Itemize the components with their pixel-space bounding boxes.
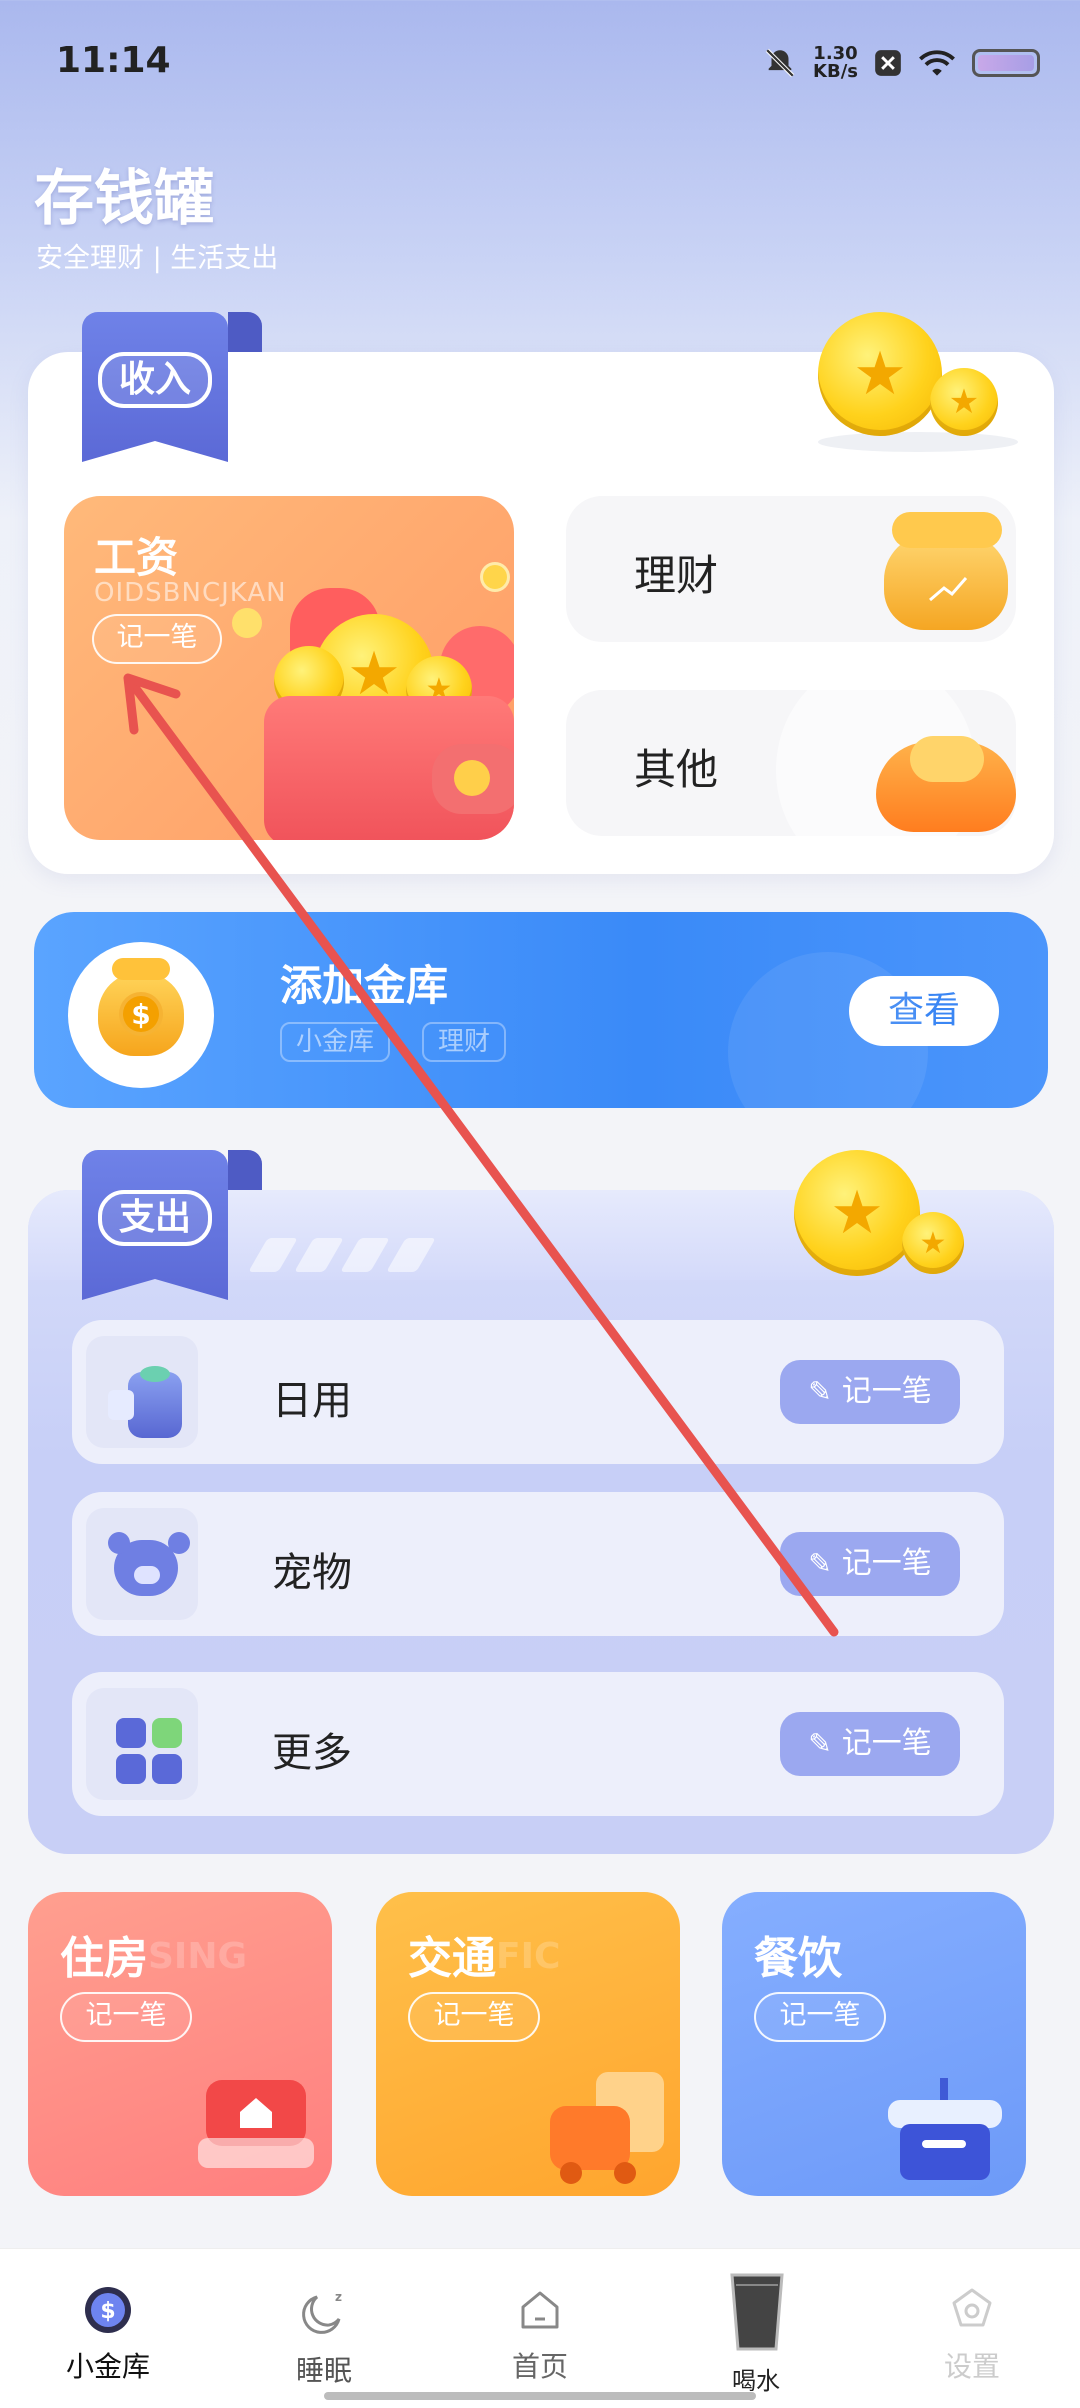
- dollar-coin-icon: $: [85, 2287, 131, 2333]
- wifi-icon: [919, 50, 955, 76]
- small-coin-icon: [480, 562, 510, 592]
- page-subtitle: 安全理财 | 生活支出: [36, 243, 279, 274]
- truck-icon: [544, 2072, 664, 2184]
- status-time: 11:14: [56, 40, 171, 81]
- house-icon: [198, 2080, 314, 2170]
- mute-bell-icon: [765, 48, 795, 78]
- view-button[interactable]: 查看: [849, 976, 999, 1046]
- category-record-button[interactable]: 记一笔: [754, 1992, 886, 2042]
- moon-icon: z: [302, 2290, 342, 2334]
- pencil-icon: ✎: [808, 1375, 832, 1408]
- home-indicator: [324, 2392, 756, 2400]
- dot-coin-icon: [232, 608, 262, 638]
- expense-row-daily[interactable]: 日用 ✎ 记一笔: [72, 1320, 1004, 1464]
- record-button-label: 记一笔: [841, 1546, 932, 1581]
- salary-record-button[interactable]: 记一笔: [92, 614, 222, 664]
- vault-banner[interactable]: $ 添加金库 小金库 理财 查看: [34, 912, 1048, 1108]
- expense-row-label: 日用: [272, 1378, 352, 1424]
- expense-row-pet[interactable]: 宠物 ✎ 记一笔: [72, 1492, 1004, 1636]
- record-button[interactable]: ✎ 记一笔: [780, 1360, 960, 1424]
- category-title: 交通: [408, 1933, 496, 1984]
- expense-ribbon-fold: [228, 1150, 262, 1190]
- category-en: SING: [148, 1936, 247, 1977]
- expense-badge: 支出: [82, 1150, 228, 1300]
- coins-icon: ★ ★: [814, 312, 1018, 452]
- net-speed-unit: KB/s: [813, 61, 858, 82]
- record-button-label: 记一笔: [841, 1374, 932, 1409]
- lunchbox-icon: [886, 2078, 1006, 2188]
- other-label: 其他: [634, 745, 719, 794]
- category-tile-dining[interactable]: 餐饮 记一笔: [722, 1892, 1026, 2196]
- gold-ingot-icon: [876, 736, 1016, 832]
- vault-tag: 小金库: [280, 1022, 391, 1062]
- nav-item-home[interactable]: 首页: [432, 2249, 648, 2408]
- money-bag-icon: $: [98, 958, 184, 1056]
- expense-row-more[interactable]: 更多 ✎ 记一笔: [72, 1672, 1004, 1816]
- record-button[interactable]: ✎ 记一笔: [780, 1532, 960, 1596]
- salary-subtitle: OIDSBNCJKAN: [94, 578, 287, 608]
- bear-icon: [86, 1508, 198, 1620]
- expense-badge-label: 支出: [98, 1190, 212, 1246]
- pencil-icon: ✎: [808, 1727, 832, 1760]
- category-record-button[interactable]: 记一笔: [60, 1992, 192, 2042]
- wallet-icon: [264, 696, 514, 840]
- nav-label: 睡眠: [295, 2354, 352, 2387]
- page-title: 存钱罐: [34, 164, 214, 234]
- income-badge: 收入: [82, 312, 228, 462]
- income-badge-label: 收入: [98, 352, 212, 408]
- grid-icon: [86, 1688, 198, 1800]
- vault-avatar: $: [68, 942, 214, 1088]
- svg-text:$: $: [100, 2299, 115, 2324]
- category-title: 餐饮: [754, 1933, 842, 1984]
- category-tile-housing[interactable]: SING 住房 记一笔: [28, 1892, 332, 2196]
- category-record-button[interactable]: 记一笔: [408, 1992, 540, 2042]
- record-button-label: 记一笔: [841, 1726, 932, 1761]
- svg-text:z: z: [335, 2290, 342, 2304]
- pencil-icon: ✎: [808, 1547, 832, 1580]
- status-icons: 1.30 KB/s: [763, 40, 1040, 86]
- nav-label: 小金库: [65, 2350, 150, 2383]
- other-tile[interactable]: 其他: [566, 690, 1016, 836]
- nav-label: 首页: [511, 2350, 568, 2383]
- vault-title: 添加金库: [280, 961, 449, 1010]
- salary-tile[interactable]: 工资 OIDSBNCJKAN 记一笔 ★ ★: [64, 496, 514, 840]
- home-icon: [521, 2291, 559, 2329]
- category-en: FIC: [496, 1936, 561, 1977]
- expense-row-label: 更多: [272, 1730, 352, 1776]
- expense-row-label: 宠物: [272, 1550, 352, 1596]
- salary-title: 工资: [94, 533, 179, 582]
- bottom-nav: $ 小金库 z 睡眠 首页 喝水 设置: [0, 2248, 1080, 2408]
- gear-icon: [952, 2288, 992, 2327]
- gold-bag-icon: [884, 512, 1008, 630]
- category-title: 住房: [60, 1933, 148, 1984]
- nav-item-vault[interactable]: $ 小金库: [0, 2249, 216, 2408]
- nav-item-sleep[interactable]: z 睡眠: [216, 2249, 432, 2408]
- income-ribbon-fold: [228, 312, 262, 352]
- vault-tag: 理财: [422, 1022, 507, 1062]
- cup-icon: [730, 2273, 784, 2351]
- record-button[interactable]: ✎ 记一笔: [780, 1712, 960, 1776]
- invest-tile[interactable]: 理财: [566, 496, 1016, 642]
- invest-label: 理财: [634, 551, 719, 600]
- nav-label: 喝水: [732, 2367, 780, 2395]
- tissue-icon: [86, 1336, 198, 1448]
- status-bar: 11:14 1.30 KB/s: [0, 0, 1080, 120]
- nav-label: 设置: [943, 2350, 1000, 2383]
- category-tile-transport[interactable]: FIC 交通 记一笔: [376, 1892, 680, 2196]
- coins-icon: ★ ★: [792, 1150, 972, 1280]
- nav-item-water[interactable]: 喝水: [648, 2249, 864, 2408]
- nav-item-settings[interactable]: 设置: [864, 2249, 1080, 2408]
- notification-x-icon: [875, 50, 901, 76]
- battery-icon: [972, 49, 1040, 77]
- net-speed: 1.30 KB/s: [813, 45, 858, 81]
